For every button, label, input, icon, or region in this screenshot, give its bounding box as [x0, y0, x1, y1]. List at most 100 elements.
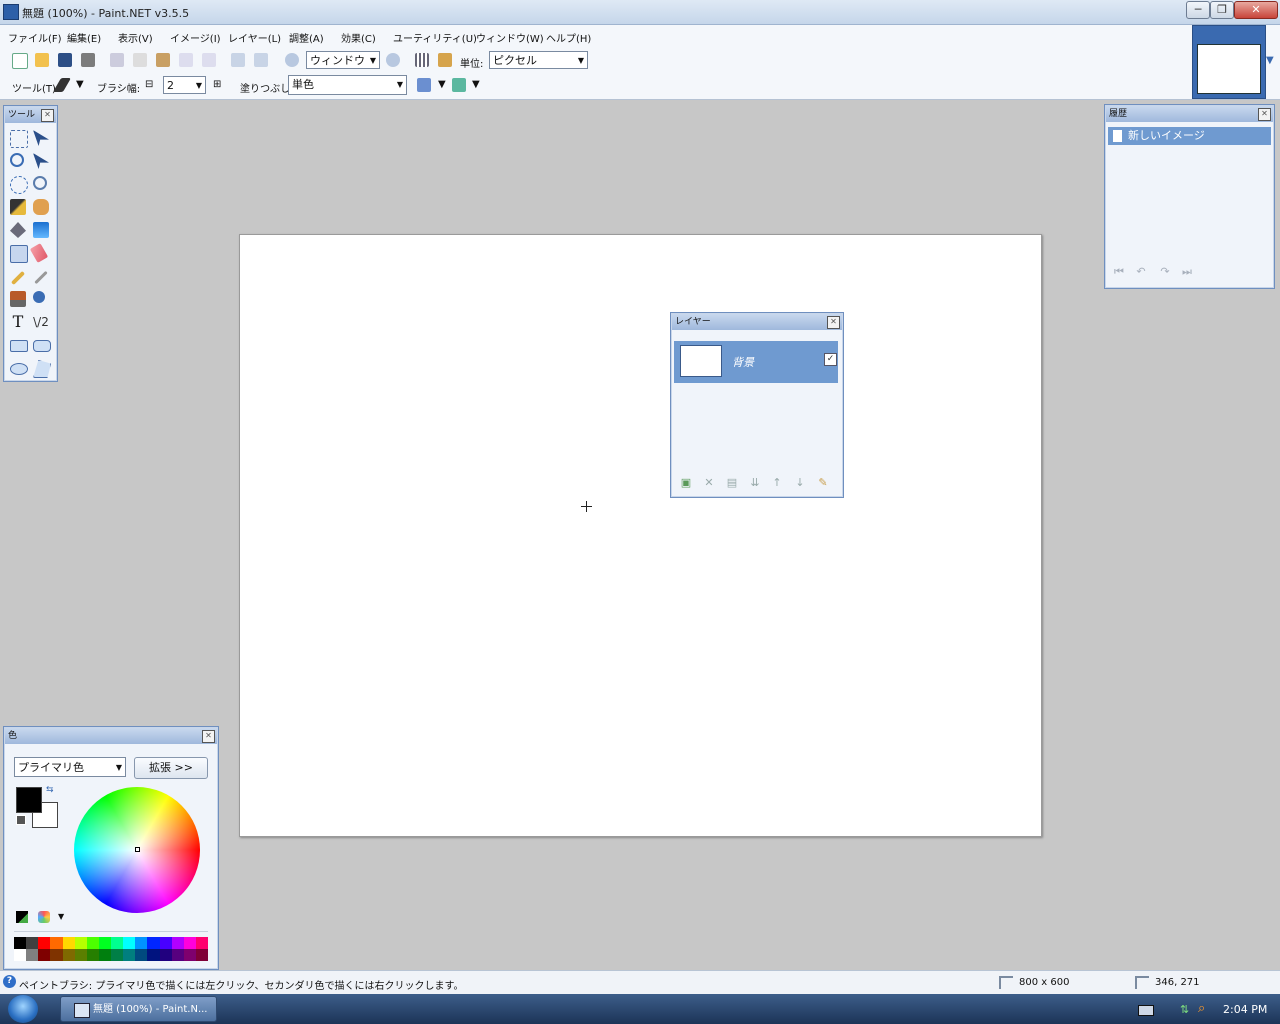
open-folder-icon[interactable] — [35, 53, 49, 67]
menu-edit[interactable]: 編集(E) — [67, 30, 101, 45]
layer-properties-icon[interactable]: ✎ — [816, 476, 830, 490]
recolor-icon[interactable] — [33, 291, 45, 303]
palette-swatch[interactable] — [14, 937, 27, 949]
image-canvas[interactable] — [239, 234, 1042, 837]
add-layer-icon[interactable]: ▣ — [679, 476, 693, 490]
paste-icon[interactable] — [156, 53, 170, 67]
menu-layers[interactable]: レイヤー(L) — [228, 30, 281, 45]
new-file-icon[interactable] — [12, 53, 28, 69]
antialias-dropdown-arrow[interactable]: ▼ — [438, 79, 446, 90]
blend-mode-icon[interactable] — [452, 78, 466, 92]
close-button[interactable]: ✕ — [1234, 1, 1278, 19]
palette-swatch[interactable] — [111, 937, 124, 949]
palette-swatch[interactable] — [74, 949, 87, 961]
save-icon[interactable] — [58, 53, 72, 67]
minimize-button[interactable]: ─ — [1186, 1, 1210, 19]
reset-colors-icon[interactable] — [16, 815, 26, 825]
move-layer-down-icon[interactable]: ↓ — [793, 476, 807, 490]
palette-swatch[interactable] — [26, 937, 39, 949]
maximize-button[interactable]: ❐ — [1210, 1, 1234, 19]
palette-swatch[interactable] — [183, 937, 196, 949]
palette-swatch[interactable] — [86, 937, 99, 949]
palette-swatch[interactable] — [171, 937, 184, 949]
ruler-icon[interactable] — [438, 53, 452, 67]
menu-help[interactable]: ヘルプ(H) — [546, 30, 591, 45]
palette-swatch[interactable] — [38, 937, 51, 949]
menu-image[interactable]: イメージ(I) — [170, 30, 221, 45]
swap-colors-icon[interactable]: ⇆ — [46, 785, 54, 795]
palette-swatch[interactable] — [195, 949, 208, 961]
menu-file[interactable]: ファイル(F) — [8, 30, 62, 45]
palette-swatch[interactable] — [147, 949, 160, 961]
lasso-select-icon[interactable] — [10, 153, 24, 167]
tool-dropdown-arrow[interactable]: ▼ — [76, 79, 84, 90]
color-palette[interactable] — [14, 937, 208, 961]
blend-dropdown-arrow[interactable]: ▼ — [472, 79, 480, 90]
rewind-icon[interactable]: ⏮ — [1111, 265, 1127, 279]
search-tray-icon[interactable]: ⌕ — [1198, 1001, 1212, 1016]
brush-width-select[interactable]: 2 ▼ — [163, 76, 206, 94]
palette-swatch[interactable] — [98, 949, 111, 961]
menu-effects[interactable]: 効果(C) — [341, 30, 376, 45]
text-tool-icon[interactable]: T — [10, 314, 26, 330]
rectangle-icon[interactable] — [10, 340, 28, 352]
line-curve-icon[interactable]: \/2 — [33, 314, 49, 330]
palette-swatch[interactable] — [62, 937, 75, 949]
move-selection-icon[interactable] — [33, 130, 49, 146]
freeform-shape-icon[interactable] — [33, 360, 51, 378]
pencil-icon[interactable] — [10, 270, 26, 286]
palette-swatch[interactable] — [50, 949, 63, 961]
palette-swatch[interactable] — [135, 937, 148, 949]
keyboard-icon[interactable] — [1138, 1005, 1154, 1016]
increase-width-icon[interactable]: ⊞ — [213, 79, 221, 90]
history-undo-icon[interactable]: ↶ — [1133, 265, 1149, 279]
paintnet-app-icon[interactable] — [3, 4, 19, 20]
merge-layer-down-icon[interactable]: ⇊ — [748, 476, 762, 490]
menu-view[interactable]: 表示(V) — [118, 30, 153, 45]
palette-swatch[interactable] — [123, 937, 136, 949]
taskbar-clock[interactable]: 2:04 PM — [1223, 1003, 1267, 1016]
zoom-select[interactable]: ウィンドウ ▼ — [306, 51, 380, 69]
menu-utilities[interactable]: ユーティリティ(U) — [393, 30, 477, 45]
palette-swatch[interactable] — [62, 949, 75, 961]
palette-swatch[interactable] — [159, 949, 172, 961]
thumbnail-dropdown-arrow[interactable]: ▼ — [1266, 55, 1274, 66]
zoom-out-icon[interactable] — [285, 53, 299, 67]
grid-icon[interactable] — [415, 53, 429, 67]
palette-swatch[interactable] — [159, 937, 172, 949]
history-panel-close-icon[interactable]: ✕ — [1258, 108, 1271, 121]
menu-window[interactable]: ウィンドウ(W) — [476, 30, 544, 45]
color-mode-select[interactable]: プライマリ色 ▼ — [14, 757, 126, 777]
color-wheel-marker[interactable] — [135, 847, 140, 852]
layer-row-background[interactable]: 背景 ✓ — [674, 341, 838, 383]
colors-panel-close-icon[interactable]: ✕ — [202, 730, 215, 743]
ellipse-icon[interactable] — [10, 363, 28, 375]
palette-swatch[interactable] — [98, 937, 111, 949]
menu-adjustments[interactable]: 調整(A) — [289, 30, 324, 45]
undo-icon[interactable] — [231, 53, 245, 67]
paintbrush-tool-icon[interactable] — [10, 245, 28, 263]
palette-swatch[interactable] — [74, 937, 87, 949]
palette-swatch[interactable] — [14, 949, 27, 961]
image-thumbnail[interactable] — [1197, 44, 1261, 94]
deselect-icon[interactable] — [202, 53, 216, 67]
tools-panel-close-icon[interactable]: ✕ — [41, 109, 54, 122]
palette-swatch[interactable] — [26, 949, 39, 961]
network-icon[interactable]: ⇅ — [1180, 1003, 1192, 1016]
palette-dropdown-arrow[interactable]: ▼ — [58, 912, 64, 921]
antialiasing-icon[interactable] — [417, 78, 431, 92]
palette-icon[interactable] — [16, 911, 28, 923]
palette-menu-icon[interactable] — [38, 911, 50, 923]
color-picker-icon[interactable] — [34, 270, 48, 285]
move-layer-up-icon[interactable]: ↑ — [770, 476, 784, 490]
palette-swatch[interactable] — [86, 949, 99, 961]
palette-swatch[interactable] — [50, 937, 63, 949]
history-redo-icon[interactable]: ↷ — [1157, 265, 1173, 279]
unit-select[interactable]: ピクセル ▼ — [489, 51, 588, 69]
palette-swatch[interactable] — [123, 949, 136, 961]
delete-layer-icon[interactable]: ✕ — [702, 476, 716, 490]
copy-icon[interactable] — [133, 53, 147, 67]
pan-hand-icon[interactable] — [33, 199, 49, 215]
palette-swatch[interactable] — [195, 937, 208, 949]
cut-icon[interactable] — [110, 53, 124, 67]
